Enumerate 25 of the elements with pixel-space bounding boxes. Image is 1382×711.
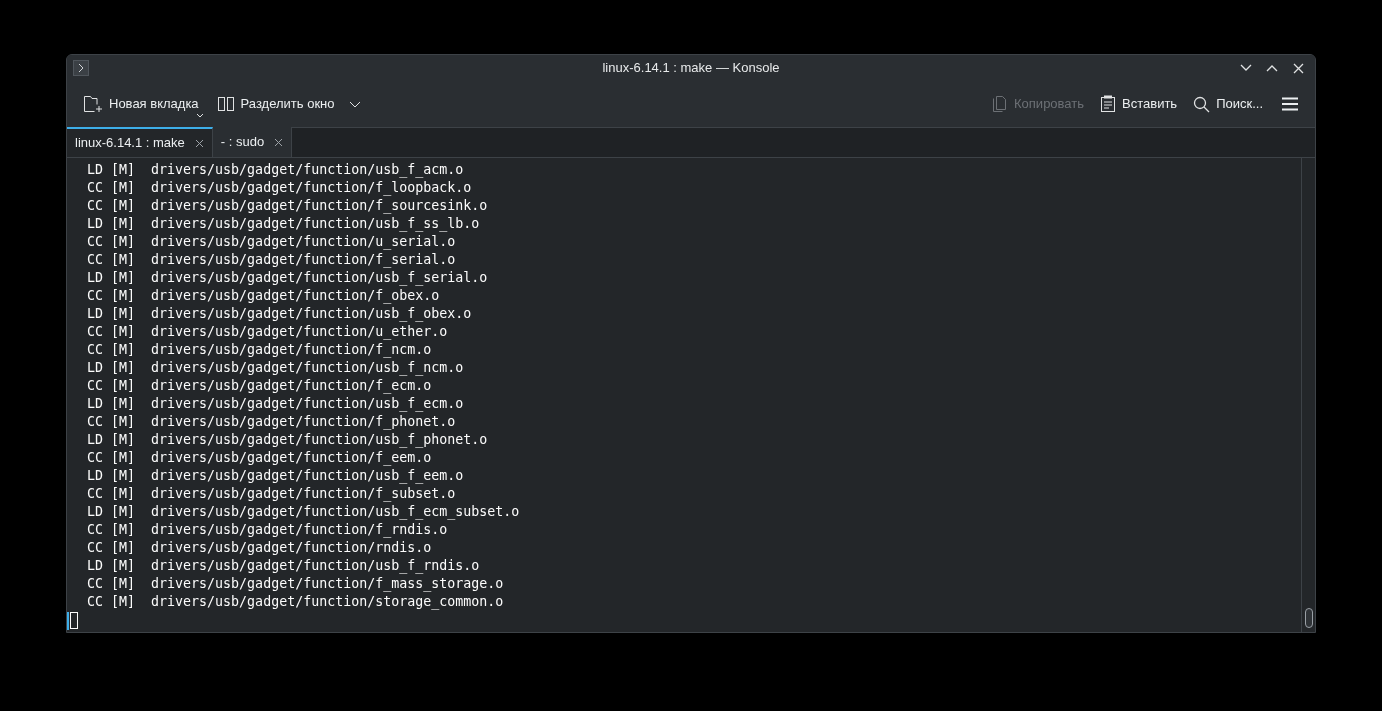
chevron-up-icon — [1266, 64, 1278, 72]
terminal-output: LD [M] drivers/usb/gadget/function/usb_f_acm.o CC [M] drivers/usb/gadget/function/f_loopback.o CC [M] drivers/usb/gadget/function/f_sourcesink.o LD [M] drivers/usb/gadget/function/usb_f_ss_lb.o CC [M] drivers/usb/gadget/function/u_serial.o CC [M] drivers/usb/gadget/function/f_serial.o LD [M] drivers/usb/gadget/function/usb_f_serial.o CC [M] drivers/usb/gadget/function/f_obex.o LD [M] drivers/usb/gadget/function/usb_f_obex.o CC [M] drivers/usb/gadget/function/u_ether.o CC [M] drivers/usb/gadget/function/f_ncm.o LD [M] drivers/usb/gadget/function/usb_f_ncm.o CC [M] drivers/usb/gadget/function/f_ecm.o LD [M] drivers/usb/gadget/function/usb_f_ecm.o CC [M] drivers/usb/gadget/function/f_phonet.o LD [M] drivers/usb/gadget/function/usb_f_phonet.o CC [M] drivers/usb/gadget/function/f_eem.o LD [M] drivers/usb/gadget/function/usb_f_eem.o CC [M] drivers/usb/gadget/function/f_subset.o LD [M] drivers/usb/gadget/function/usb_f_ecm_subset.o CC [M] drivers/usb/gadget/function/f_rndis.o CC [M] drivers/usb/gadget/function/rndis.o LD [M] drivers/usb/gadget/function/usb_f_rndis.o CC [M] drivers/usb/gadget/function/f_mass_storage.o CC [M] drivers/usb/gadget/function/storage_common.o — [67, 158, 1301, 632]
window-title: linux-6.14.1 : make — Konsole — [602, 59, 780, 78]
menu-icon — [1281, 97, 1299, 111]
scrollbar-handle[interactable] — [1305, 608, 1313, 628]
search-button[interactable]: Поиск... — [1187, 89, 1269, 119]
close-tab-icon[interactable] — [194, 138, 204, 148]
copy-icon — [992, 95, 1009, 113]
new-tab-button[interactable]: Новая вкладка — [77, 89, 205, 119]
tab[interactable]: linux-6.14.1 : make — [67, 127, 213, 157]
dropdown-caret-icon — [195, 113, 204, 118]
close-tab-icon[interactable] — [274, 137, 284, 147]
tab[interactable]: - : sudo — [212, 127, 293, 157]
split-button[interactable]: Разделить окно — [210, 89, 367, 119]
split-view-icon — [216, 96, 235, 112]
text-cursor — [67, 612, 79, 630]
clipboard-icon — [1100, 95, 1117, 113]
chevron-down-icon — [1240, 64, 1252, 72]
scrollbar[interactable] — [1301, 158, 1315, 632]
paste-button[interactable]: Вставить — [1094, 89, 1184, 119]
dropdown-caret-icon — [348, 100, 361, 108]
close-icon — [1292, 62, 1304, 74]
tab-plus-icon — [83, 95, 103, 113]
terminal-app-icon — [73, 60, 89, 76]
search-icon — [1193, 95, 1211, 113]
